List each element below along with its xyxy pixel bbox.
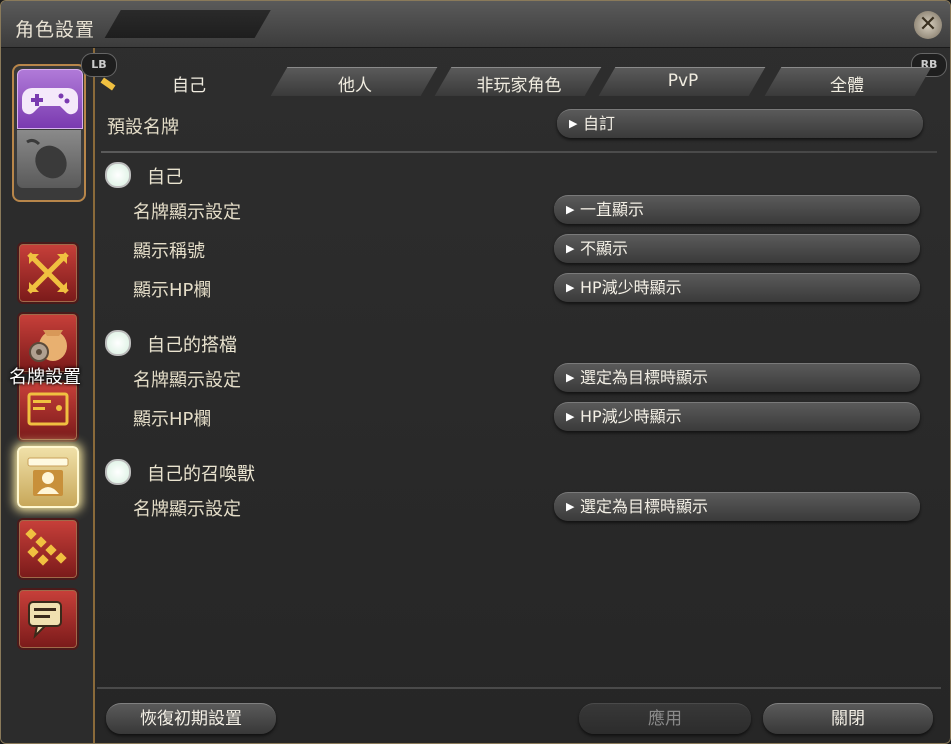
dropdown-nameplate-display-self[interactable]: ▶ 一直顯示 — [554, 195, 920, 224]
dropdown-arrow-icon: ▶ — [566, 371, 575, 384]
sidebar-tooltip: 名牌設置 — [9, 367, 81, 388]
tab-self[interactable] — [104, 9, 272, 38]
row-label: 名牌顯示設定 — [133, 370, 241, 391]
dropdown-nameplate-display-pet[interactable]: ▶ 選定為目標時顯示 — [554, 492, 920, 521]
dropdown-arrow-icon: ▶ — [566, 281, 575, 294]
preset-label: 預設名牌 — [107, 117, 179, 138]
hud-settings-button[interactable] — [17, 380, 79, 442]
dropdown-value: HP減少時顯示 — [580, 278, 682, 297]
dropdown-arrow-icon: ▶ — [566, 410, 575, 423]
dropdown-arrow-icon: ▶ — [569, 117, 578, 130]
row-label: 名牌顯示設定 — [133, 202, 241, 223]
apply-button[interactable]: 應用 — [579, 703, 751, 734]
battle-settings-button[interactable] — [17, 242, 79, 304]
section-bullet-icon — [105, 330, 131, 356]
row-label: 顯示HP欄 — [133, 409, 212, 430]
dropdown-value: 不顯示 — [580, 239, 629, 258]
dropdown-value: 選定為目標時顯示 — [580, 368, 709, 387]
close-icon[interactable]: ✕ — [914, 11, 942, 39]
row-label: 顯示HP欄 — [133, 280, 212, 301]
character-settings-window: 角色設置 ✕ 名牌設置 LB RB 自己 他人 非玩家角色 PvP 全體 預設名… — [0, 0, 951, 744]
dropdown-arrow-icon: ▶ — [566, 203, 575, 216]
dropdown-arrow-icon: ▶ — [566, 500, 575, 513]
row-label: 顯示稱號 — [133, 241, 205, 262]
dropdown-value: HP減少時顯示 — [580, 407, 682, 426]
tab-all-label: 全體 — [830, 76, 864, 96]
section-title-companion: 自己的搭檔 — [147, 335, 237, 356]
chat-settings-button[interactable] — [17, 588, 79, 650]
gamepad-icon[interactable] — [17, 69, 83, 129]
footer-divider — [97, 687, 941, 689]
section-bullet-icon — [105, 459, 131, 485]
preset-dropdown[interactable]: ▶ 自訂 — [557, 109, 923, 138]
preset-value: 自訂 — [583, 114, 616, 133]
dropdown-value: 一直顯示 — [580, 200, 645, 219]
section-title-pet: 自己的召喚獸 — [147, 464, 255, 485]
reset-defaults-button[interactable]: 恢復初期設置 — [106, 703, 276, 734]
tab-others-label: 他人 — [338, 76, 372, 96]
divider — [101, 151, 937, 153]
section-bullet-icon — [105, 162, 131, 188]
tab-pvp-label: PvP — [667, 71, 699, 91]
dropdown-title-display-self[interactable]: ▶ 不顯示 — [554, 234, 920, 263]
input-mode-toggle[interactable] — [12, 64, 86, 202]
row-label: 名牌顯示設定 — [133, 499, 241, 520]
dropdown-value: 選定為目標時顯示 — [580, 497, 709, 516]
nameplate-settings-button[interactable] — [17, 446, 79, 508]
dropdown-hp-bar-self[interactable]: ▶ HP減少時顯示 — [554, 273, 920, 302]
window-title: 角色設置 — [15, 19, 96, 41]
dropdown-arrow-icon: ▶ — [566, 242, 575, 255]
hotbar-settings-button[interactable] — [17, 518, 79, 580]
section-title-self: 自己 — [147, 167, 183, 188]
tab-npc-label: 非玩家角色 — [476, 76, 562, 96]
mouse-icon[interactable] — [17, 130, 81, 188]
tab-self-label: 自己 — [172, 76, 206, 96]
dropdown-hp-bar-companion[interactable]: ▶ HP減少時顯示 — [554, 402, 920, 431]
dropdown-nameplate-display-companion[interactable]: ▶ 選定為目標時顯示 — [554, 363, 920, 392]
close-button[interactable]: 關閉 — [763, 703, 933, 734]
sidebar — [1, 48, 95, 743]
